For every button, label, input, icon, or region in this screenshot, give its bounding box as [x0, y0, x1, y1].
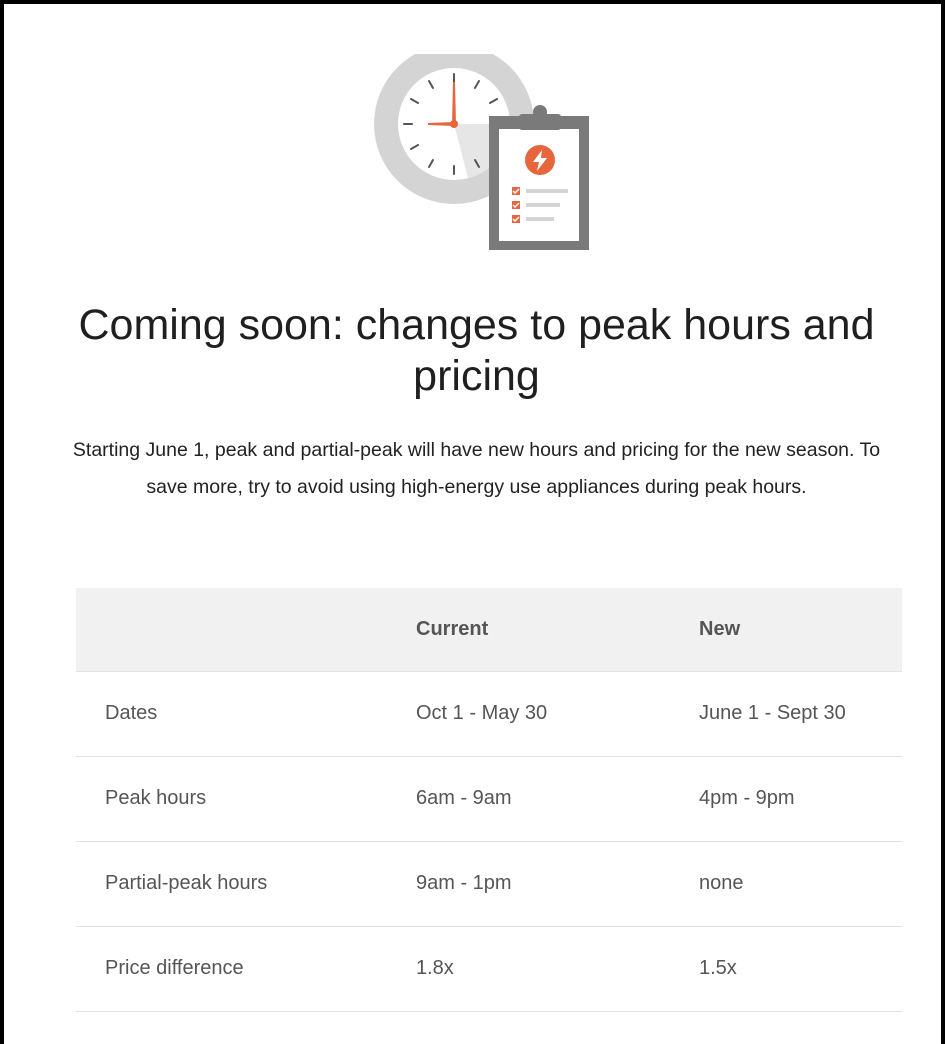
checkbox-icon — [512, 187, 520, 223]
header-cell-new: New — [699, 588, 902, 672]
page-title: Coming soon: changes to peak hours and p… — [78, 301, 875, 400]
row-label: Partial-peak hours — [76, 841, 416, 927]
row-new-value: June 1 - Sept 30 — [699, 671, 902, 757]
email-frame: Coming soon: changes to peak hours and p… — [0, 0, 945, 1044]
row-label: Peak hours — [76, 756, 416, 842]
header-cell-label — [76, 588, 416, 672]
table-row: Price difference 1.8x 1.5x — [76, 926, 902, 1012]
clipboard-icon — [489, 105, 589, 250]
row-current-value: 9am - 1pm — [416, 841, 699, 927]
lightning-bolt-icon — [525, 145, 555, 175]
row-new-value: none — [699, 841, 902, 927]
intro-text: Starting June 1, peak and partial-peak w… — [72, 439, 881, 498]
row-label: Price difference — [76, 926, 416, 1012]
row-current-value: 1.8x — [416, 926, 699, 1012]
row-current-value: Oct 1 - May 30 — [416, 671, 699, 757]
table-row: Partial-peak hours 9am - 1pm none — [76, 841, 902, 927]
table-header-row: Current New — [76, 588, 902, 672]
pricing-comparison-table: Current New Dates Oct 1 - May 30 June 1 … — [76, 588, 902, 1012]
row-label: Dates — [76, 671, 416, 757]
header-cell-current: Current — [416, 588, 699, 672]
row-new-value: 1.5x — [699, 926, 902, 1012]
table-row: Peak hours 6am - 9am 4pm - 9pm — [76, 756, 902, 842]
table-row: Dates Oct 1 - May 30 June 1 - Sept 30 — [76, 671, 902, 757]
hero-illustration — [374, 54, 589, 250]
row-new-value: 4pm - 9pm — [699, 756, 902, 842]
row-current-value: 6am - 9am — [416, 756, 699, 842]
